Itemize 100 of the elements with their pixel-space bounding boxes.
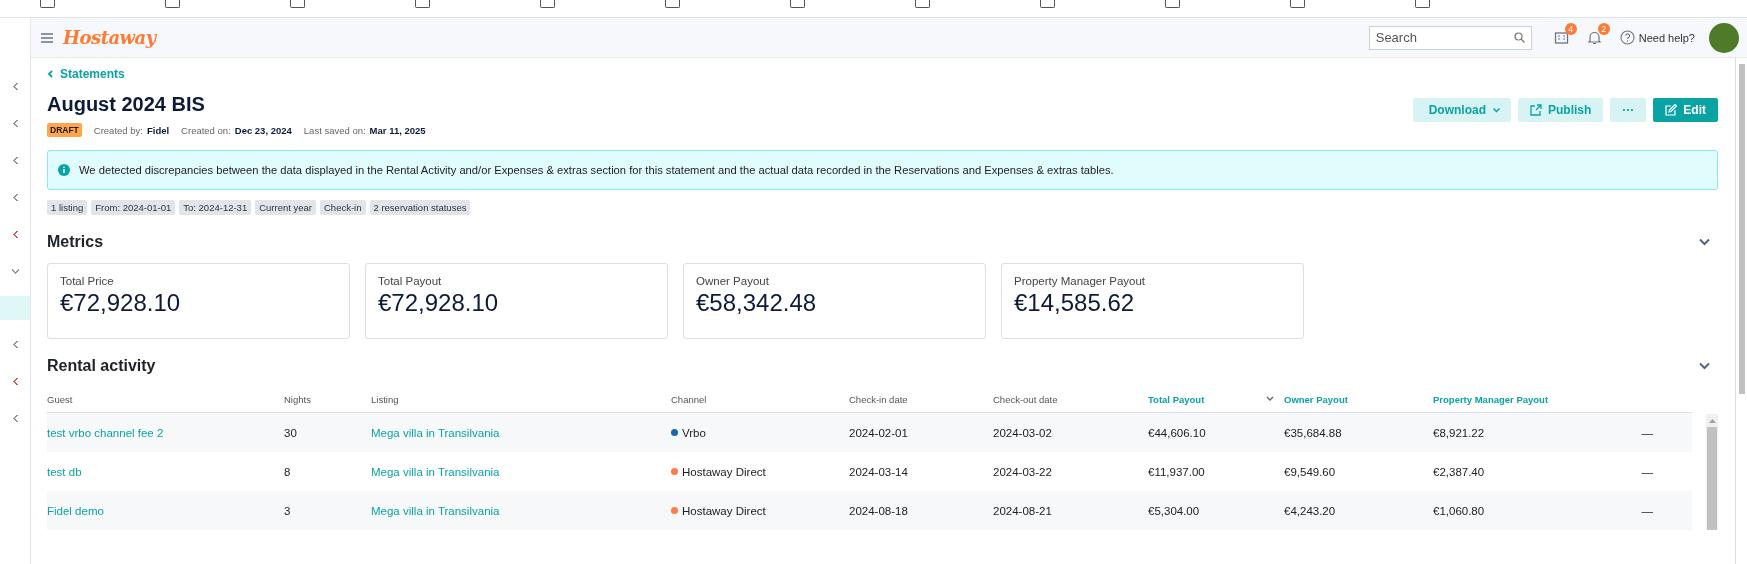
scrollbar[interactable] xyxy=(1706,414,1718,530)
meta-label: Created on: xyxy=(181,124,231,136)
listing-link[interactable]: Mega villa in Transilvania xyxy=(371,465,671,478)
chevron-left-icon[interactable] xyxy=(10,377,20,386)
meta-value: Dec 23, 2024 xyxy=(234,124,292,136)
bookmark-icon[interactable] xyxy=(665,0,680,8)
guest-link[interactable]: test db xyxy=(47,465,284,478)
table-cell-text: €1,060.80 xyxy=(1433,504,1486,517)
filter-tag[interactable]: 1 listing xyxy=(47,200,88,215)
edit-icon xyxy=(1665,104,1678,116)
column-header[interactable]: Total Payout xyxy=(1148,393,1284,405)
search-icon[interactable] xyxy=(1513,31,1525,43)
info-icon xyxy=(58,164,70,176)
metric-label: Property Manager Payout xyxy=(1014,275,1147,287)
table-cell-text: — xyxy=(1640,426,1653,439)
filter-tag[interactable]: From: 2024-01-01 xyxy=(91,200,176,215)
table-cell-text: 2024-08-18 xyxy=(849,504,909,517)
page-title: August 2024 BIS xyxy=(47,93,206,116)
table-cell-text: €5,304.00 xyxy=(1148,504,1201,517)
table-cell-text: €4,243.20 xyxy=(1284,504,1337,517)
table-cell-text: 30 xyxy=(284,426,298,439)
bookmark-icon[interactable] xyxy=(790,0,805,8)
metric-value: €58,342.48 xyxy=(696,289,818,317)
help-link[interactable]: Need help? xyxy=(1619,30,1695,45)
guest-link[interactable]: Fidel demo xyxy=(47,504,284,517)
table-cell-text: 8 xyxy=(284,465,292,478)
metric-value: €72,928.10 xyxy=(378,289,500,317)
scrollbar[interactable] xyxy=(1735,58,1747,564)
menu-icon[interactable] xyxy=(41,32,53,43)
listing-link[interactable]: Mega villa in Transilvania xyxy=(371,504,671,517)
filter-tag[interactable]: Check-in xyxy=(320,200,366,215)
chevron-down-icon[interactable] xyxy=(1699,362,1710,370)
column-header[interactable]: Owner Payout xyxy=(1284,393,1433,405)
bookmark-icon[interactable] xyxy=(165,0,180,8)
channel-name: Hostaway Direct xyxy=(682,465,766,478)
chevron-down-icon[interactable] xyxy=(10,267,20,276)
table-cell-text: 2024-02-01 xyxy=(849,426,909,439)
listing-link[interactable]: Mega villa in Transilvania xyxy=(371,426,671,439)
section-title: Rental activity xyxy=(47,357,156,375)
guest-link[interactable]: test vrbo channel fee 2 xyxy=(47,426,284,439)
logo[interactable]: Hostaway xyxy=(63,27,156,48)
download-button[interactable]: Download xyxy=(1412,98,1511,122)
table-cell-text: 2024-03-02 xyxy=(993,426,1053,439)
edit-button[interactable]: Edit xyxy=(1653,98,1718,122)
meta-label: Created by: xyxy=(93,124,143,136)
notification-badge: 2 xyxy=(1597,23,1610,35)
building-icon[interactable] xyxy=(1553,30,1569,45)
meta-label: Last saved on: xyxy=(303,124,366,136)
chevron-left-icon[interactable] xyxy=(10,414,20,423)
metric-label: Total Payout xyxy=(378,275,443,287)
column-header[interactable]: Nights xyxy=(284,393,371,405)
bookmark-icon[interactable] xyxy=(540,0,555,8)
listings-badge: 4 xyxy=(1564,23,1577,35)
table-cell-text: €9,549.60 xyxy=(1284,465,1337,478)
publish-button[interactable]: Publish xyxy=(1518,98,1604,122)
channel-name: Hostaway Direct xyxy=(682,504,766,517)
table-cell-text: 2024-08-21 xyxy=(993,504,1053,517)
bookmark-icon[interactable] xyxy=(1290,0,1305,8)
metric-value: €72,928.10 xyxy=(60,289,182,317)
chevron-left-icon[interactable] xyxy=(10,340,20,349)
meta-value: Mar 11, 2025 xyxy=(369,124,426,136)
bookmark-icon[interactable] xyxy=(1415,0,1430,8)
bookmark-icon[interactable] xyxy=(1165,0,1180,8)
channel-name: Vrbo xyxy=(682,426,706,439)
chevron-left-icon[interactable] xyxy=(10,193,20,202)
bookmark-icon[interactable] xyxy=(1040,0,1055,8)
more-button[interactable]: ··· xyxy=(1610,98,1647,122)
bookmark-icon[interactable] xyxy=(290,0,305,8)
back-link[interactable]: Statements xyxy=(47,67,125,81)
sort-icon[interactable] xyxy=(1266,396,1274,402)
chevron-left-icon[interactable] xyxy=(10,82,20,91)
table-cell-text: €2,387.40 xyxy=(1433,465,1486,478)
section-title: Metrics xyxy=(47,233,104,251)
filter-tag[interactable]: 2 reservation statuses xyxy=(369,200,471,215)
search-field[interactable]: Search xyxy=(1368,25,1532,50)
bell-icon[interactable] xyxy=(1586,30,1602,45)
bookmark-icon[interactable] xyxy=(415,0,430,8)
chevron-left-icon xyxy=(47,70,54,78)
filter-tag[interactable]: Current year xyxy=(255,200,316,215)
chevron-left-icon[interactable] xyxy=(10,156,20,165)
arrow-up-icon[interactable] xyxy=(1708,418,1716,423)
chevron-left-icon[interactable] xyxy=(10,119,20,128)
column-header[interactable]: Property Manager Payout xyxy=(1433,393,1623,405)
chevron-left-icon[interactable] xyxy=(10,230,20,239)
filter-tag[interactable]: To: 2024-12-31 xyxy=(179,200,252,215)
column-header[interactable]: Check-in date xyxy=(849,393,993,405)
column-header[interactable]: Channel xyxy=(671,393,849,405)
chevron-down-icon[interactable] xyxy=(1699,238,1710,246)
banner-message: We detected discrepancies between the data displayed in the Rental Activity and/or Expenses & extras section for this statement and the actual data recorded in the Reservations and Expenses & extras tables. xyxy=(79,164,1114,176)
metric-label: Owner Payout xyxy=(696,275,770,287)
bookmark-icon[interactable] xyxy=(915,0,930,8)
user-avatar[interactable] xyxy=(1709,22,1739,53)
table-cell-text: 2024-03-14 xyxy=(849,465,909,478)
bookmark-icon[interactable] xyxy=(40,0,55,8)
share-icon xyxy=(1530,104,1542,116)
table-cell-text: — xyxy=(1640,465,1653,478)
column-header[interactable]: Check-out date xyxy=(993,393,1148,405)
column-header[interactable]: Listing xyxy=(371,393,671,405)
column-header[interactable]: Guest xyxy=(47,393,284,405)
table-cell-text: 2024-03-22 xyxy=(993,465,1053,478)
